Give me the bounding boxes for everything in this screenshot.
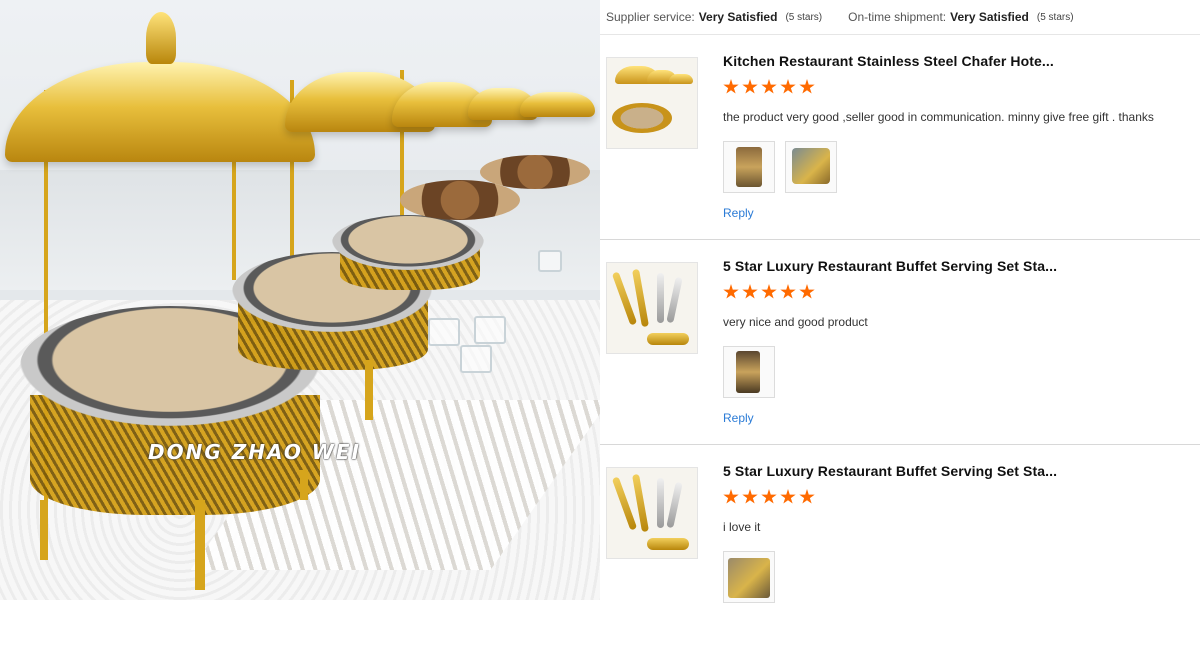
review-item: 5 Star Luxury Restaurant Buffet Serving … [600, 240, 1200, 445]
attachment-thumbnail[interactable] [785, 141, 837, 193]
food-tray [400, 180, 520, 220]
review-comment: the product very good ,seller good in co… [723, 110, 1154, 124]
star-rating [723, 489, 815, 505]
star-icon [742, 284, 758, 299]
review-item: 5 Star Luxury Restaurant Buffet Serving … [600, 445, 1200, 649]
attachment-thumbnail[interactable] [723, 551, 775, 603]
star-icon [761, 489, 777, 504]
food-tray [480, 155, 590, 189]
star-icon [799, 79, 815, 94]
candle-glass [474, 316, 506, 344]
review-attachments [723, 551, 775, 603]
star-icon [780, 79, 796, 94]
supplier-service-label: Supplier service: [606, 10, 695, 24]
chafer-pan [332, 215, 484, 270]
star-rating [723, 79, 815, 95]
candle-glass [428, 318, 460, 346]
chafer-leg [40, 500, 48, 560]
review-product-title[interactable]: 5 Star Luxury Restaurant Buffet Serving … [723, 463, 1057, 479]
review-attachments [723, 346, 775, 398]
star-icon [780, 284, 796, 299]
chafer-leg [365, 360, 373, 420]
product-thumbnail[interactable] [606, 262, 698, 354]
review-attachments [723, 141, 837, 193]
star-icon [742, 79, 758, 94]
chafer-leg [195, 500, 205, 590]
on-time-shipment-value: Very Satisfied [950, 10, 1029, 24]
supplier-service-rating: Supplier service: Very Satisfied (5 star… [606, 10, 822, 24]
star-icon [780, 489, 796, 504]
dome-knob [146, 12, 176, 64]
review-product-title[interactable]: Kitchen Restaurant Stainless Steel Chafe… [723, 53, 1054, 69]
on-time-shipment-stars: (5 stars) [1036, 11, 1074, 23]
supplier-service-value: Very Satisfied [698, 10, 778, 24]
chafer-stand [232, 160, 236, 280]
star-icon [723, 284, 739, 299]
chafer-dome-lid [5, 62, 315, 162]
star-icon [723, 79, 739, 94]
reply-link[interactable]: Reply [723, 411, 754, 425]
star-icon [761, 284, 777, 299]
review-item: Kitchen Restaurant Stainless Steel Chafe… [600, 35, 1200, 240]
watermark-text: DONG ZHAO WEI [148, 440, 361, 464]
chafer-leg [300, 470, 308, 500]
attachment-thumbnail[interactable] [723, 141, 775, 193]
chafer-dome-lid [520, 92, 595, 117]
star-icon [723, 489, 739, 504]
on-time-shipment-rating: On-time shipment: Very Satisfied (5 star… [848, 10, 1073, 24]
review-product-title[interactable]: 5 Star Luxury Restaurant Buffet Serving … [723, 258, 1057, 274]
product-photo: DONG ZHAO WEI [0, 0, 600, 600]
star-icon [742, 489, 758, 504]
star-icon [761, 79, 777, 94]
reply-link[interactable]: Reply [723, 206, 754, 220]
ratings-summary: Supplier service: Very Satisfied (5 star… [600, 0, 1200, 35]
attachment-thumbnail[interactable] [723, 346, 775, 398]
star-rating [723, 284, 815, 300]
candle-glass [538, 250, 562, 272]
star-icon [799, 284, 815, 299]
supplier-service-stars: (5 stars) [785, 11, 823, 23]
review-comment: very nice and good product [723, 315, 868, 329]
reviews-panel: Supplier service: Very Satisfied (5 star… [600, 0, 1200, 603]
star-icon [799, 489, 815, 504]
product-thumbnail[interactable] [606, 467, 698, 559]
product-thumbnail[interactable] [606, 57, 698, 149]
review-comment: i love it [723, 520, 761, 534]
on-time-shipment-label: On-time shipment: [848, 10, 947, 24]
candle-glass [460, 345, 492, 373]
